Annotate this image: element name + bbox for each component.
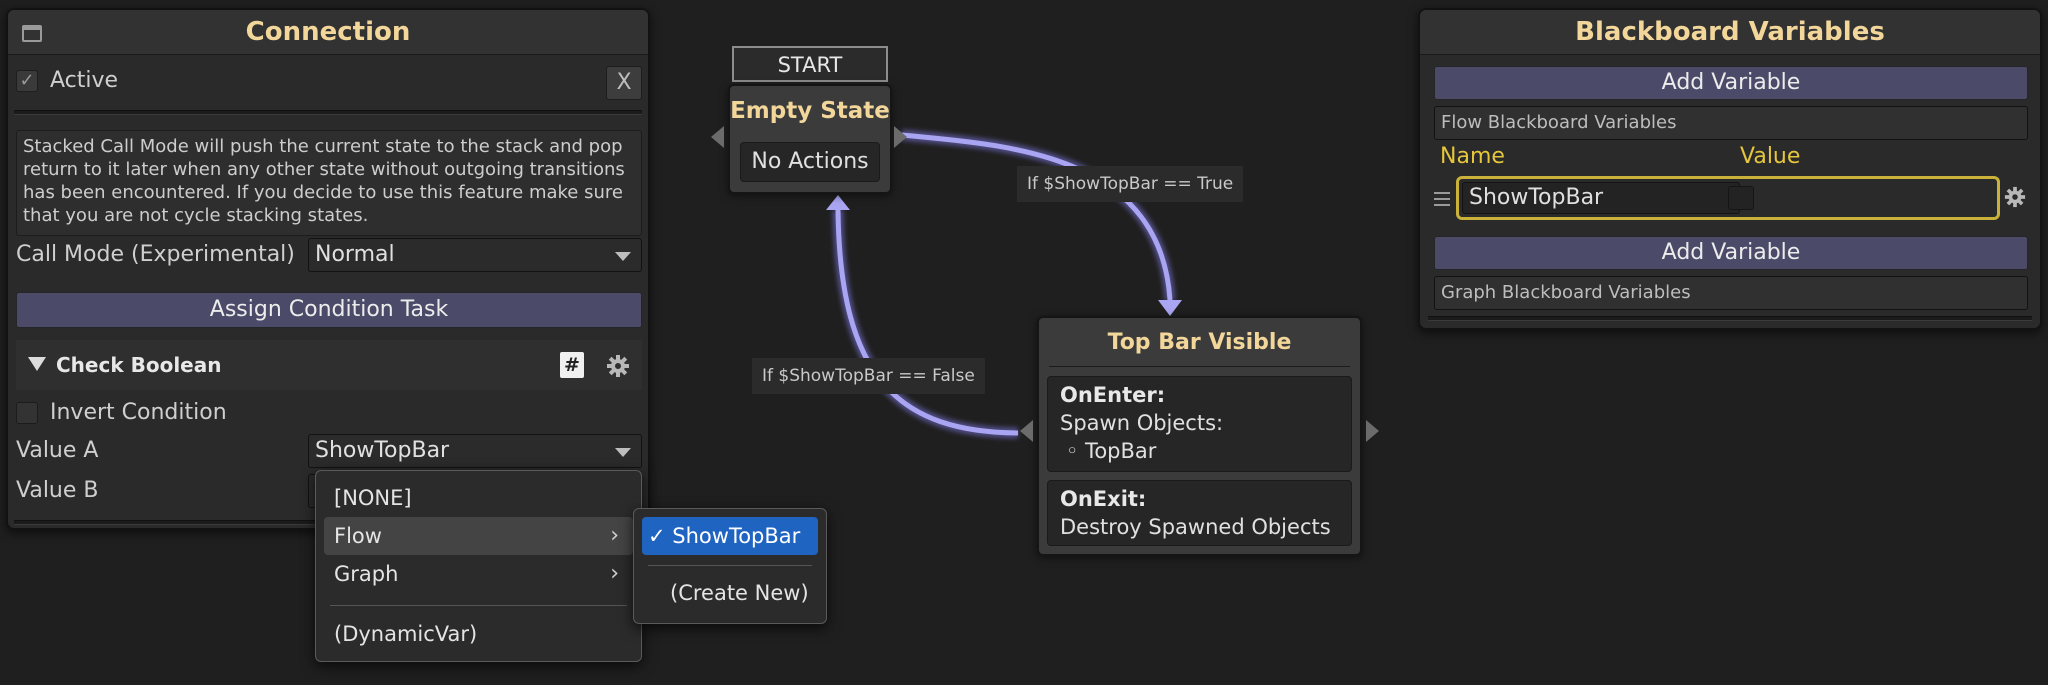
edge-true-glow — [901, 129, 1176, 301]
assign-condition-button[interactable]: Assign Condition Task — [16, 292, 642, 328]
on-exit-box: OnExit: Destroy Spawned Objects — [1047, 480, 1352, 546]
edge-label-false[interactable]: If $ShowTopBar == False — [752, 358, 985, 394]
menu-item-graph-label: Graph — [334, 562, 399, 586]
chevron-down-icon — [615, 448, 631, 457]
blackboard-title: Blackboard Variables — [1420, 10, 2040, 55]
blackboard-separator-bottom — [1428, 316, 2032, 321]
top-bar-visible-title: Top Bar Visible — [1107, 330, 1292, 355]
separator-top — [14, 110, 642, 115]
on-enter-title: OnEnter: — [1060, 383, 1166, 407]
menu-item-flow-label: Flow — [334, 524, 382, 548]
value-a-value: ShowTopBar — [315, 438, 450, 463]
top-bar-right-port[interactable] — [1366, 420, 1379, 442]
call-mode-value: Normal — [315, 242, 395, 267]
menu-item-dynamic-var[interactable]: (DynamicVar) — [324, 615, 633, 653]
edge-label-true[interactable]: If $ShowTopBar == True — [1017, 166, 1244, 202]
chevron-right-icon: › — [610, 561, 619, 586]
call-mode-label: Call Mode (Experimental) — [16, 242, 295, 267]
start-label: START — [732, 46, 888, 82]
on-exit-action: Destroy Spawned Objects — [1060, 515, 1331, 539]
value-a-dropdown[interactable]: ShowTopBar — [308, 434, 642, 468]
drag-handle-icon[interactable] — [1434, 192, 1450, 206]
graph-blackboard-section: Graph Blackboard Variables — [1434, 276, 2028, 310]
check-boolean-header[interactable]: Check Boolean # — [16, 340, 642, 390]
blackboard-panel: Blackboard Variables Add Variable Flow B… — [1418, 8, 2042, 330]
empty-state-body: No Actions — [740, 142, 880, 182]
on-enter-action: Spawn Objects: — [1060, 411, 1224, 435]
flow-submenu: ✓ ShowTopBar (Create New) — [633, 508, 827, 624]
name-header: Name — [1440, 144, 1505, 169]
menu-item-graph[interactable]: Graph › — [324, 555, 633, 593]
invert-checkbox[interactable] — [16, 402, 38, 424]
edge-false-arrowhead — [826, 195, 850, 210]
empty-state-node[interactable]: Empty State No Actions — [728, 84, 892, 194]
checkmark-icon: ✓ — [648, 524, 673, 548]
close-button[interactable]: X — [606, 66, 642, 100]
top-bar-left-port[interactable] — [1020, 420, 1033, 442]
active-checkbox[interactable]: ✓ — [16, 70, 38, 92]
variable-dropdown-menu: [NONE] Flow › Graph › (DynamicVar) — [315, 470, 642, 662]
active-label: Active — [50, 68, 119, 93]
submenu-item-showtopbar[interactable]: ✓ ShowTopBar — [642, 517, 818, 555]
submenu-separator — [648, 565, 812, 566]
edge-true-arrowhead — [1158, 300, 1182, 316]
menu-item-flow[interactable]: Flow › — [324, 517, 633, 555]
submenu-item-create-new[interactable]: (Create New) — [642, 574, 818, 612]
variable-value-checkbox[interactable] — [1728, 186, 1754, 210]
top-bar-visible-node[interactable]: Top Bar Visible OnEnter: Spawn Objects: … — [1037, 316, 1362, 556]
node-title-divider — [1049, 366, 1350, 367]
chevron-down-icon — [615, 252, 631, 261]
no-actions-text: No Actions — [751, 149, 869, 174]
submenu-selected-label: ShowTopBar — [672, 524, 801, 548]
invert-condition-label: Invert Condition — [50, 400, 227, 425]
variable-name-field[interactable]: ShowTopBar — [1462, 182, 1740, 214]
empty-state-left-port[interactable] — [711, 126, 724, 148]
edge-false-glow — [832, 209, 1019, 439]
chevron-right-icon: › — [610, 523, 619, 548]
value-b-label: Value B — [16, 478, 99, 503]
connection-panel: Connection ✓ Active X Stacked Call Mode … — [6, 8, 650, 530]
gear-icon[interactable] — [2004, 186, 2026, 208]
script-hash-icon[interactable]: # — [560, 352, 584, 378]
on-enter-item: ◦ TopBar — [1066, 439, 1157, 463]
info-text: Stacked Call Mode will push the current … — [23, 136, 625, 226]
connection-title: Connection — [8, 10, 648, 55]
empty-state-right-port[interactable] — [894, 126, 907, 148]
collapse-triangle-icon[interactable] — [28, 357, 46, 371]
value-a-label: Value A — [16, 438, 99, 463]
check-boolean-title: Check Boolean — [56, 353, 222, 377]
on-enter-box: OnEnter: Spawn Objects: ◦ TopBar — [1047, 376, 1352, 472]
add-variable-button-flow[interactable]: Add Variable — [1434, 66, 2028, 100]
gear-icon[interactable] — [606, 354, 630, 378]
value-header: Value — [1740, 144, 1801, 169]
info-box: Stacked Call Mode will push the current … — [16, 130, 642, 236]
call-mode-dropdown[interactable]: Normal — [308, 238, 642, 272]
variable-name-value: ShowTopBar — [1469, 185, 1604, 210]
window-icon[interactable] — [22, 25, 42, 42]
empty-state-title: Empty State — [730, 98, 890, 124]
add-variable-button-graph[interactable]: Add Variable — [1434, 236, 2028, 270]
menu-item-none[interactable]: [NONE] — [324, 479, 633, 517]
edge-false — [835, 209, 1019, 436]
on-exit-title: OnExit: — [1060, 487, 1147, 511]
menu-separator — [330, 605, 627, 606]
flow-blackboard-section: Flow Blackboard Variables — [1434, 106, 2028, 140]
